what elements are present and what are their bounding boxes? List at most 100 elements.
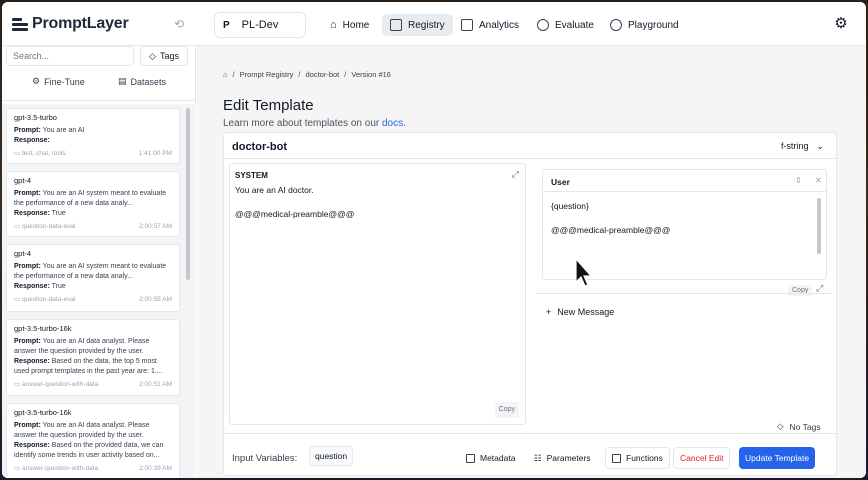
tags-button[interactable]: ◇ Tags [140, 46, 188, 66]
request-tag: ▭ question-data-eval [14, 223, 76, 230]
update-label: Update Template [745, 453, 810, 463]
template-name[interactable]: doctor-bot [232, 141, 287, 153]
cancel-edit-button[interactable]: Cancel Edit [673, 447, 731, 469]
user-copy-button[interactable]: Copy [788, 285, 813, 296]
nav-registry[interactable]: Registry [382, 14, 453, 36]
system-line-1: You are an AI doctor. [235, 185, 314, 195]
breadcrumb-template[interactable]: doctor-bot [305, 70, 339, 79]
sidebar-divider [2, 100, 195, 101]
breadcrumb-registry[interactable]: Prompt Registry [240, 70, 294, 79]
workspace-avatar: P [223, 19, 230, 31]
expand-icon[interactable]: ⤢ [512, 168, 519, 180]
request-item[interactable]: gpt-3.5-turbo Prompt: You are an AI Resp… [6, 108, 180, 164]
dataset-icon: ▤ [118, 76, 127, 86]
tab-fine-tune-label: Fine-Tune [44, 76, 85, 87]
tags-label: Tags [159, 51, 179, 61]
request-time: 2:00:51 AM [139, 381, 172, 388]
play-circle-icon [610, 19, 622, 31]
request-prompt: You are an AI [42, 127, 85, 134]
user-message-text[interactable]: {question} @@@medical-preamble@@@ [551, 200, 813, 236]
nav-evaluate-label: Evaluate [555, 19, 594, 31]
response-label: Response: [14, 283, 50, 290]
sync-icon[interactable]: ⟲ [172, 17, 186, 31]
gear-icon[interactable]: ⚙ [833, 16, 849, 32]
subtitle-text: Learn more about templates on our [223, 118, 382, 129]
request-item[interactable]: gpt-3.5-turbo-16k Prompt: You are an AI … [6, 319, 180, 396]
logo-icon [12, 17, 28, 31]
tab-datasets-label: Datasets [130, 76, 167, 87]
metadata-button[interactable]: Metadata [460, 447, 521, 469]
update-template-button[interactable]: Update Template [739, 447, 816, 469]
workspace-name: PL-Dev [241, 19, 279, 31]
user-message-header: User ⇕ ✕ [543, 170, 826, 192]
system-line-2: @@@medical-preamble@@@ [235, 209, 355, 219]
nav-playground-label: Playground [628, 19, 679, 31]
editor-footer: Input Variables: question Metadata ☷ Par… [224, 433, 836, 475]
nav-evaluate[interactable]: Evaluate [529, 14, 602, 36]
breadcrumb-version: Version #16 [351, 70, 391, 79]
app-window: PromptLayer ⟲ P PL-Dev ⌂ Home Registry A… [2, 2, 866, 478]
request-response: True [51, 283, 66, 290]
chevron-down-icon: ⌄ [816, 141, 824, 151]
search-input[interactable] [6, 46, 134, 66]
metadata-label: Metadata [480, 453, 516, 463]
nav-home[interactable]: ⌂ Home [322, 14, 377, 36]
copy-button[interactable]: Copy [494, 402, 519, 418]
tab-datasets[interactable]: ▤ Datasets [118, 76, 166, 87]
page-title: Edit Template [223, 97, 314, 114]
close-icon[interactable]: ✕ [815, 176, 822, 185]
prompt-label: Prompt: [14, 190, 41, 197]
plus-icon: + [546, 307, 552, 317]
functions-label: Functions [626, 453, 663, 463]
home-icon[interactable]: ⌂ [223, 70, 228, 79]
divider [536, 293, 832, 294]
prompt-label: Prompt: [14, 338, 41, 345]
request-tag: ▭ question-data-eval [14, 296, 76, 303]
user-line-1: {question} [551, 201, 589, 211]
logo[interactable]: PromptLayer [12, 14, 129, 34]
nav-playground[interactable]: Playground [602, 14, 687, 36]
folder-icon [390, 19, 402, 31]
workspace-selector[interactable]: P PL-Dev [214, 12, 306, 38]
nav-registry-label: Registry [408, 19, 445, 31]
sort-icon[interactable]: ⇕ [795, 176, 802, 185]
request-item[interactable]: gpt-3.5-turbo-16k Prompt: You are an AI … [6, 403, 180, 478]
logo-text: PromptLayer [32, 15, 129, 32]
nav-home-label: Home [342, 19, 370, 31]
request-time: 1:41:00 PM [138, 150, 172, 157]
new-message-label: New Message [557, 307, 615, 317]
page-subtitle: Learn more about templates on our docs. [223, 118, 406, 129]
request-model: gpt-3.5-turbo [14, 113, 57, 122]
parameters-label: Parameters [546, 453, 591, 463]
request-item[interactable]: gpt-4 Prompt: You are an AI system meant… [6, 244, 180, 312]
user-scrollbar[interactable] [817, 198, 821, 254]
new-message-button[interactable]: + New Message [546, 307, 614, 317]
document-icon [466, 453, 475, 463]
user-line-2: @@@medical-preamble@@@ [551, 225, 671, 235]
function-icon [612, 453, 621, 463]
docs-link[interactable]: docs [382, 118, 403, 129]
request-time: 2:00:39 AM [139, 465, 172, 472]
tag-icon: ◇ [777, 421, 784, 431]
tab-fine-tune[interactable]: ⚙ Fine-Tune [32, 76, 85, 87]
system-message-editor[interactable]: SYSTEM You are an AI doctor. @@@medical-… [229, 163, 526, 425]
request-item[interactable]: gpt-4 Prompt: You are an AI system meant… [6, 171, 180, 237]
request-model: gpt-3.5-turbo-16k [14, 324, 72, 333]
prompt-label: Prompt: [14, 422, 41, 429]
tags-indicator[interactable]: ◇ No Tags [777, 421, 821, 432]
system-role-label: SYSTEM [235, 171, 268, 180]
request-tag: ▭ answer-question-with-data [14, 465, 99, 472]
user-role-selector[interactable]: User [551, 177, 570, 187]
functions-button[interactable]: Functions [605, 447, 670, 469]
request-time: 2:00:57 AM [139, 223, 172, 230]
sidebar-scrollbar[interactable] [186, 108, 190, 280]
parameters-button[interactable]: ☷ Parameters [528, 447, 597, 469]
request-time: 2:00:55 AM [139, 296, 172, 303]
format-selector[interactable]: f-string ⌄ [781, 141, 824, 152]
sidebar: ◇ Tags ⚙ Fine-Tune ▤ Datasets gpt-3.5-tu… [2, 46, 196, 478]
input-variable-chip: question [309, 446, 354, 466]
response-label: Response: [14, 442, 50, 449]
nav-analytics[interactable]: Analytics [453, 14, 527, 36]
home-icon: ⌂ [330, 19, 337, 31]
chart-icon [461, 19, 473, 31]
